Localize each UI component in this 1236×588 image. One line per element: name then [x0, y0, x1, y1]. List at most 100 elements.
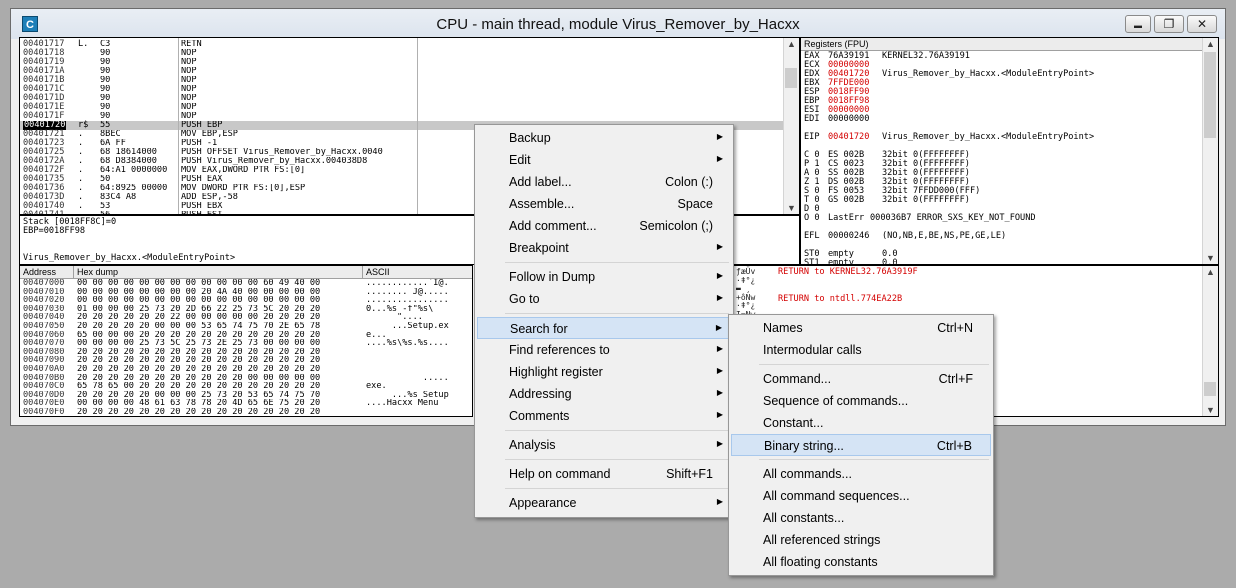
menu-item-analysis[interactable]: Analysis ▶: [477, 434, 731, 456]
disasm-row[interactable]: 0040171C 90 NOP: [20, 85, 785, 94]
disasm-hex: 90: [100, 112, 111, 121]
close-button[interactable]: ✕: [1187, 15, 1217, 33]
scroll-down-icon[interactable]: ▼: [1203, 404, 1218, 416]
register-row[interactable]: EFL 00000246 (NO,NB,E,BE,NS,PE,GE,LE): [804, 232, 1199, 241]
disasm-jump-mark: L.: [78, 39, 89, 49]
register-row[interactable]: ST0 empty 0.0: [804, 250, 1199, 259]
register-row[interactable]: [804, 241, 1199, 250]
dump-col-ascii[interactable]: ASCII: [366, 266, 390, 278]
registers-header[interactable]: Registers (FPU): [801, 38, 1218, 51]
disasm-command: NOP: [181, 112, 197, 121]
menu-item-label: All command sequences...: [763, 489, 910, 503]
menu-item-go-to[interactable]: Go to ▶: [477, 288, 731, 310]
dump-row[interactable]: 004070F0 20 20 20 20 20 20 20 20 20 20 20…: [20, 408, 470, 417]
menu-item-all-constants[interactable]: All constants...: [731, 507, 991, 529]
submenu-arrow-icon: ▶: [716, 366, 723, 375]
disasm-hex: 68 18614000: [100, 148, 157, 157]
stack-entry[interactable]: RETURN to KERNEL32.76A3919F: [778, 268, 918, 277]
disasm-command: PUSH -1: [181, 139, 218, 148]
hex-dump-pane[interactable]: Address Hex dump ASCII 00407000 00 00 00 …: [19, 265, 473, 417]
minimize-button[interactable]: ▬: [1125, 15, 1151, 33]
close-icon: ✕: [1196, 17, 1208, 31]
disasm-row[interactable]: 0040171D 90 NOP: [20, 94, 785, 103]
menu-separator: [505, 313, 729, 314]
disasm-row[interactable]: 00401717 L. C3 RETN: [20, 40, 785, 49]
disasm-hex: 90: [100, 58, 111, 67]
menu-item-binary-string[interactable]: Binary string... Ctrl+B: [731, 434, 991, 456]
disassembly-scrollbar[interactable]: ▲ ▼: [783, 38, 799, 214]
disasm-row[interactable]: 00401719 90 NOP: [20, 58, 785, 67]
register-value[interactable]: 00000000: [828, 115, 869, 124]
disasm-row[interactable]: 0040171B 90 NOP: [20, 76, 785, 85]
register-note: KERNEL32.76A39191: [882, 51, 970, 61]
scroll-up-icon[interactable]: ▲: [1203, 38, 1218, 50]
menu-item-constant[interactable]: Constant...: [731, 412, 991, 434]
disasm-command: MOV EBP,ESP: [181, 130, 238, 139]
dump-ascii: [366, 408, 449, 416]
register-row[interactable]: EIP 00401720 Virus_Remover_by_Hacxx.<Modul…: [804, 133, 1199, 142]
registers-scrollbar[interactable]: ▲ ▼: [1202, 38, 1218, 264]
scroll-down-icon[interactable]: ▼: [784, 202, 799, 214]
disasm-command: NOP: [181, 49, 197, 58]
menu-item-all-command-sequences[interactable]: All command sequences...: [731, 485, 991, 507]
maximize-icon: ❐: [1163, 17, 1175, 31]
dump-col-hex[interactable]: Hex dump: [77, 266, 118, 278]
menu-item-label: Addressing: [509, 387, 572, 401]
disasm-command: NOP: [181, 67, 197, 76]
scroll-down-icon[interactable]: ▼: [1203, 252, 1218, 264]
menu-item-add-label[interactable]: Add label... Colon (:): [477, 171, 731, 193]
disasm-row[interactable]: 00401718 90 NOP: [20, 49, 785, 58]
menu-item-comments[interactable]: Comments ▶: [477, 405, 731, 427]
scroll-up-icon[interactable]: ▲: [1203, 266, 1218, 278]
menu-item-sequence-of-commands[interactable]: Sequence of commands...: [731, 390, 991, 412]
disasm-row[interactable]: 0040171A 90 NOP: [20, 67, 785, 76]
menu-item-add-comment[interactable]: Add comment... Semicolon (;): [477, 215, 731, 237]
register-row[interactable]: EDI 00000000: [804, 115, 1199, 124]
title-bar[interactable]: C CPU - main thread, module Virus_Remove…: [11, 9, 1225, 39]
disasm-row[interactable]: 0040171F 90 NOP: [20, 112, 785, 121]
menu-item-label: Highlight register: [509, 365, 603, 379]
register-value[interactable]: 00000246: [828, 232, 869, 241]
menu-item-edit[interactable]: Edit ▶: [477, 149, 731, 171]
registers-pane[interactable]: Registers (FPU) EAX 76A39191 KERNEL32.76A3…: [800, 37, 1219, 265]
disasm-hex: 90: [100, 49, 111, 58]
menu-item-appearance[interactable]: Appearance ▶: [477, 492, 731, 514]
disasm-command: ADD ESP,-58: [181, 193, 238, 202]
disasm-row[interactable]: 0040171E 90 NOP: [20, 103, 785, 112]
menu-item-assemble[interactable]: Assemble... Space: [477, 193, 731, 215]
register-row[interactable]: T 0 GS 002B 32bit 0(FFFFFFFF): [804, 196, 1199, 205]
menu-item-all-floating-constants[interactable]: All floating constants: [731, 551, 991, 573]
menu-item-highlight-register[interactable]: Highlight register ▶: [477, 361, 731, 383]
menu-item-names[interactable]: Names Ctrl+N: [731, 317, 991, 339]
dump-col-address[interactable]: Address: [23, 266, 56, 278]
menu-item-breakpoint[interactable]: Breakpoint ▶: [477, 237, 731, 259]
submenu-arrow-icon: ▶: [716, 154, 723, 163]
register-value[interactable]: 00401720: [828, 133, 869, 142]
disasm-hex: 53: [100, 202, 111, 211]
submenu-arrow-icon: ▶: [715, 323, 722, 332]
menu-item-all-referenced-strings[interactable]: All referenced strings: [731, 529, 991, 551]
menu-item-search-for[interactable]: Search for ▶: [477, 317, 731, 339]
dump-address: 004070F0: [23, 408, 65, 417]
stack-entry[interactable]: RETURN to ntdll.774EA22B: [778, 295, 902, 304]
menu-item-command[interactable]: Command... Ctrl+F: [731, 368, 991, 390]
menu-item-all-commands[interactable]: All commands...: [731, 463, 991, 485]
menu-item-label: Command...: [763, 372, 832, 386]
menu-item-label: Breakpoint: [509, 241, 569, 255]
register-value[interactable]: LastErr: [828, 214, 864, 223]
menu-item-label: All floating constants: [763, 555, 878, 569]
menu-item-follow-in-dump[interactable]: Follow in Dump ▶: [477, 266, 731, 288]
menu-item-intermodular-calls[interactable]: Intermodular calls: [731, 339, 991, 361]
register-value[interactable]: GS 002B: [828, 196, 864, 205]
submenu-arrow-icon: ▶: [716, 344, 723, 353]
menu-item-find-references-to[interactable]: Find references to ▶: [477, 339, 731, 361]
menu-item-help-on-command[interactable]: Help on command Shift+F1: [477, 463, 731, 485]
menu-item-shortcut: Shift+F1: [666, 467, 713, 481]
maximize-button[interactable]: ❐: [1154, 15, 1184, 33]
menu-item-backup[interactable]: Backup ▶: [477, 127, 731, 149]
register-row[interactable]: O 0 LastErr 000036B7 ERROR_SXS_KEY_NOT_FOU…: [804, 214, 1199, 223]
stack-scrollbar[interactable]: ▲ ▼: [1202, 266, 1218, 416]
disasm-hex: 64:A1 0000000: [100, 166, 168, 175]
scroll-up-icon[interactable]: ▲: [784, 38, 799, 50]
menu-item-addressing[interactable]: Addressing ▶: [477, 383, 731, 405]
